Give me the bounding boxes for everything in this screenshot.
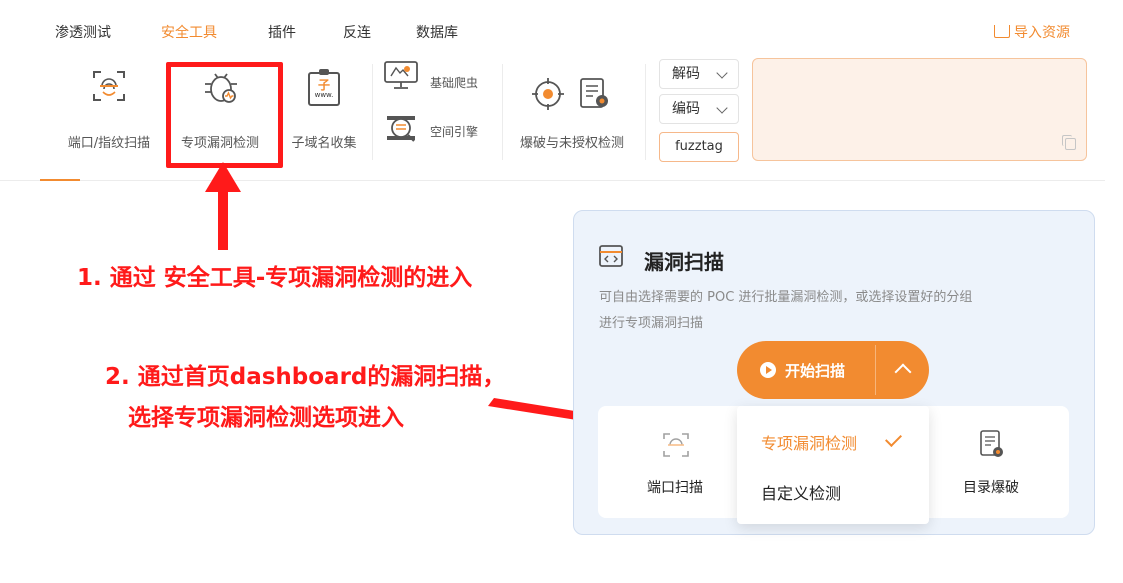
card-title: 漏洞扫描 <box>644 250 724 274</box>
tool-label: 爆破与未授权检测 <box>519 136 624 151</box>
top-menu: 渗透测试 安全工具 插件 反连 数据库 导入资源 <box>0 18 1123 48</box>
decode-dropdown[interactable]: 解码 <box>659 59 739 89</box>
start-scan-button[interactable]: 开始扫描 <box>737 341 875 399</box>
arrow-up-shaft <box>218 188 228 250</box>
menu-item-security-tools[interactable]: 安全工具 <box>161 22 217 42</box>
toolbar-divider <box>372 64 373 160</box>
card-description-line2: 进行专项漏洞扫描 <box>599 316 704 331</box>
start-scan-label: 开始扫描 <box>785 362 846 380</box>
code-window-icon <box>599 245 623 267</box>
menu-item-database[interactable]: 数据库 <box>416 22 458 42</box>
play-icon <box>760 362 776 378</box>
dir-brute-label: 目录爆破 <box>963 480 1019 496</box>
encode-label: 编码 <box>672 101 700 117</box>
import-label: 导入资源 <box>1014 25 1070 41</box>
tool-label: 基础爬虫 <box>430 76 479 90</box>
menu-item-plugins[interactable]: 插件 <box>268 22 296 42</box>
search-engine-icon <box>387 116 415 142</box>
codec-text-area[interactable] <box>752 58 1087 161</box>
option-label: 自定义检测 <box>761 484 842 503</box>
encode-dropdown[interactable]: 编码 <box>659 94 739 124</box>
decode-label: 解码 <box>672 66 700 82</box>
menu-item-pentest[interactable]: 渗透测试 <box>55 22 111 42</box>
annotation-step2-line2: 选择专项漏洞检测选项进入 <box>128 405 404 431</box>
dashboard-dir-brute[interactable]: 目录爆破 <box>936 425 1046 505</box>
tool-port-fingerprint-scan[interactable]: 端口/指纹扫描 <box>55 48 163 158</box>
chevron-down-icon <box>716 67 728 79</box>
monitor-icon <box>384 61 418 89</box>
menu-item-reverse[interactable]: 反连 <box>343 22 371 42</box>
tool-brute-unauth-detection[interactable]: 爆破与未授权检测 <box>510 48 634 158</box>
tool-label: 空间引擎 <box>430 125 479 139</box>
copy-icon[interactable] <box>1062 135 1076 150</box>
active-tab-indicator <box>40 179 80 181</box>
start-scan-split-button: 开始扫描 <box>737 341 929 399</box>
chevron-down-icon <box>716 102 728 114</box>
tool-space-engine[interactable]: 空间引擎 <box>383 110 503 150</box>
fingerprint-icon <box>663 433 689 457</box>
tool-basic-crawler[interactable]: 基础爬虫 <box>383 60 503 94</box>
dropdown-option-special[interactable]: 专项漏洞检测 <box>737 420 929 460</box>
subdomain-icon: 子 www. <box>308 69 340 106</box>
annotation-step2-line1: 2. 通过首页dashboard的漏洞扫描， <box>105 364 506 390</box>
toolbar-divider <box>502 64 503 160</box>
document-list-icon <box>980 430 1003 457</box>
import-icon <box>994 25 1010 38</box>
target-icon <box>532 78 564 110</box>
scan-options-toggle[interactable] <box>876 341 929 399</box>
scan-mode-dropdown: 专项漏洞检测 自定义检测 <box>737 406 929 524</box>
toolbar-divider <box>645 64 646 160</box>
fuzztag-button[interactable]: fuzztag <box>659 132 739 162</box>
port-scan-label: 端口扫描 <box>647 480 703 496</box>
chevron-up-icon <box>894 363 912 381</box>
check-icon <box>885 430 902 447</box>
tool-label: 子域名收集 <box>291 136 357 151</box>
tool-subdomain-collection[interactable]: 子 www. 子域名收集 <box>284 48 364 158</box>
subdomain-icon-www: www. <box>314 91 334 99</box>
dropdown-option-custom[interactable]: 自定义检测 <box>737 470 929 510</box>
highlight-box <box>166 62 283 168</box>
annotation-step1: 1. 通过 安全工具-专项漏洞检测的进入 <box>77 265 473 291</box>
dashboard-port-scan[interactable]: 端口扫描 <box>620 425 730 505</box>
document-list-icon <box>580 78 608 108</box>
option-label: 专项漏洞检测 <box>761 434 858 453</box>
fingerprint-icon <box>93 71 125 101</box>
import-resources-button[interactable]: 导入资源 <box>994 22 1070 42</box>
tool-label: 端口/指纹扫描 <box>67 136 151 151</box>
card-description-line1: 可自由选择需要的 POC 进行批量漏洞检测，或选择设置好的分组 <box>599 290 973 305</box>
